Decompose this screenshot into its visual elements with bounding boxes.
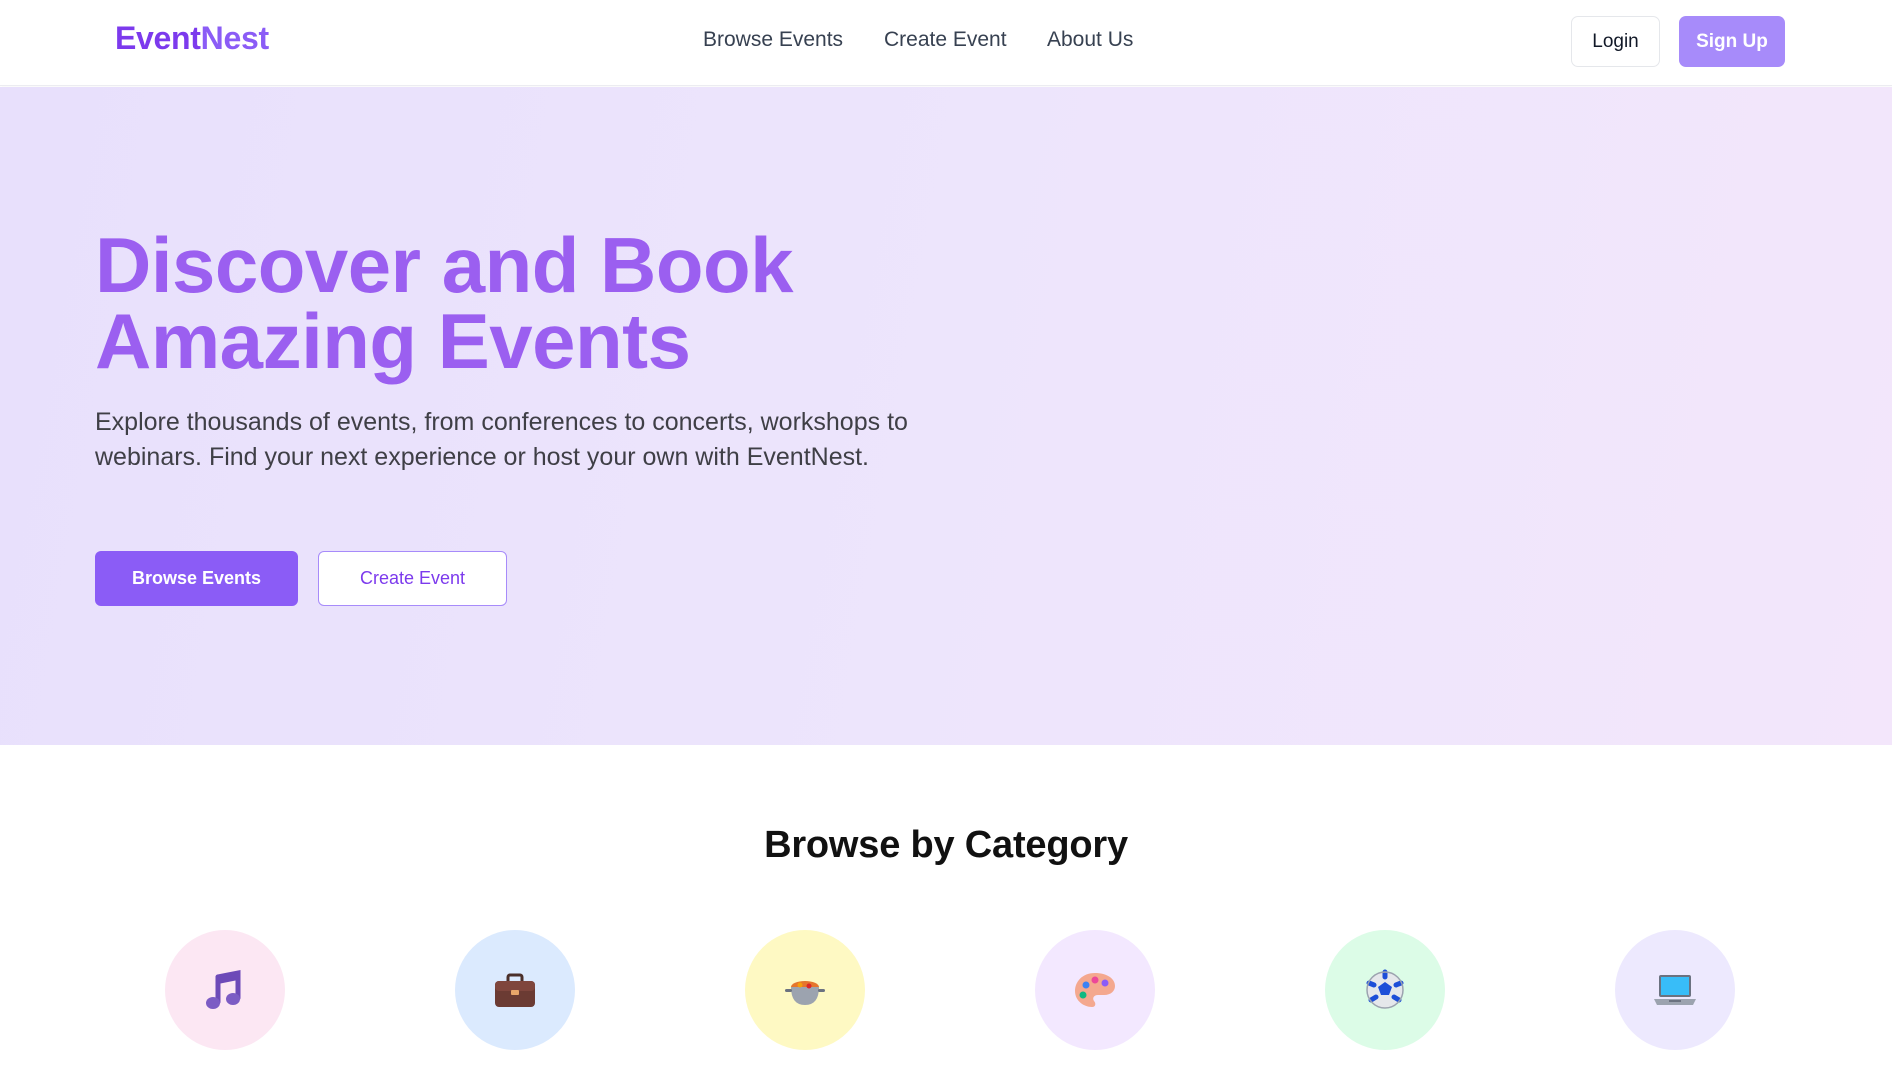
brand-name-part2: Nest — [200, 20, 269, 56]
brand-logo[interactable]: EventNest — [115, 20, 269, 57]
category-music[interactable] — [165, 930, 285, 1050]
palette-icon — [1075, 973, 1115, 1007]
hero-section: Discover and Book Amazing Events Explore… — [0, 87, 1892, 745]
category-tech[interactable] — [1615, 930, 1735, 1050]
nav-create-event[interactable]: Create Event — [884, 28, 1007, 52]
hero-title: Discover and Book Amazing Events — [95, 221, 995, 385]
category-section-title: Browse by Category — [764, 824, 1128, 866]
music-note-icon — [206, 969, 241, 1009]
brand-name-part1: Event — [115, 20, 201, 56]
create-event-button[interactable]: Create Event — [318, 551, 507, 606]
hero-title-line2: Amazing Events — [95, 297, 691, 385]
login-button[interactable]: Login — [1571, 16, 1660, 67]
top-navbar: EventNest Browse Events Create Event Abo… — [0, 0, 1892, 86]
category-food[interactable] — [745, 930, 865, 1050]
hero-title-line1: Discover and Book — [95, 221, 794, 309]
browse-events-button[interactable]: Browse Events — [95, 551, 298, 606]
signup-button[interactable]: Sign Up — [1679, 16, 1785, 67]
nav-about-us[interactable]: About Us — [1047, 28, 1133, 52]
category-sports[interactable] — [1325, 930, 1445, 1050]
nav-browse-events[interactable]: Browse Events — [703, 28, 843, 52]
soccer-ball-icon — [1366, 969, 1404, 1009]
laptop-icon — [1654, 975, 1696, 1005]
category-arts[interactable] — [1035, 930, 1155, 1050]
briefcase-icon — [495, 973, 535, 1007]
hero-description: Explore thousands of events, from confer… — [95, 408, 908, 471]
food-bowl-icon — [785, 981, 825, 1005]
category-business[interactable] — [455, 930, 575, 1050]
